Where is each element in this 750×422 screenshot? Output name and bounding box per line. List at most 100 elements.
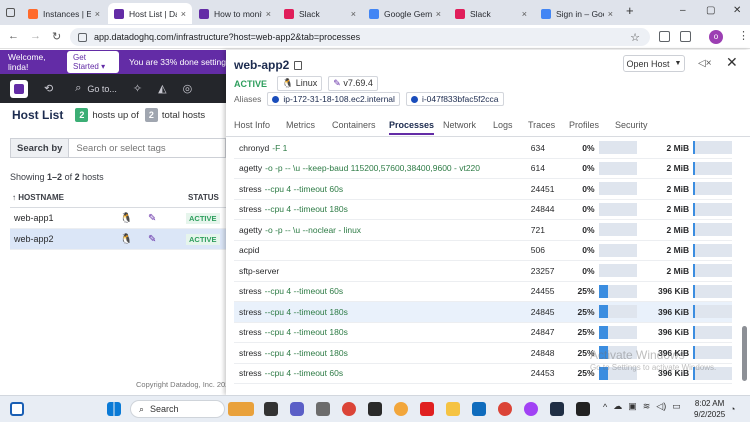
browser-tab[interactable]: Sign in – Goo × — [535, 3, 619, 24]
teams-icon[interactable] — [290, 402, 304, 416]
open-host-button[interactable]: Open Host ▼ — [623, 55, 685, 72]
goto-button[interactable]: ⌕ Go to... — [67, 82, 117, 95]
tab-profiles[interactable]: Profiles — [569, 120, 599, 130]
outlook-icon[interactable] — [472, 402, 486, 416]
bookmark-star-icon[interactable]: ☆ — [630, 31, 640, 44]
scrollbar-thumb[interactable] — [742, 326, 747, 381]
tab-list-icon[interactable] — [6, 8, 15, 17]
app-icon-dark[interactable] — [550, 402, 564, 416]
status-header[interactable]: STATUS — [188, 193, 219, 202]
table-row[interactable]: web-app1 🐧 ✎ ACTIVE — [10, 208, 226, 229]
process-row[interactable]: chronyd -F 1 634 0% 2 MiB — [234, 138, 732, 159]
extensions-puzzle-icon[interactable] — [680, 31, 691, 42]
reload-icon[interactable]: ↻ — [52, 30, 61, 43]
chrome-icon[interactable] — [342, 402, 356, 416]
tab-host-info[interactable]: Host Info — [234, 120, 270, 130]
forward-icon[interactable]: → — [30, 30, 41, 42]
task-view-icon[interactable] — [264, 402, 278, 416]
alias-chip[interactable]: ip-172-31-18-108.ec2.internal — [267, 92, 400, 106]
tab-close-icon[interactable]: × — [522, 9, 527, 19]
alias-value: i-047f833bfac5f2cca — [421, 94, 499, 104]
host-status-line: ACTIVE 🐧 Linux ✎ v7.69.4 — [234, 76, 384, 91]
window-maximize-button[interactable]: ▢ — [706, 5, 715, 16]
copy-icon[interactable] — [294, 60, 303, 70]
terminal-icon[interactable] — [576, 402, 590, 416]
widgets-icon[interactable] — [10, 402, 24, 416]
app-icon-orange[interactable] — [394, 402, 408, 416]
window-minimize-button[interactable]: – — [680, 5, 686, 16]
process-args: --cpu 4 --timeout 60s — [264, 183, 344, 194]
process-row[interactable]: sftp-server 23257 0% 2 MiB — [234, 261, 732, 282]
youtube-icon[interactable] — [420, 402, 434, 416]
tab-close-icon[interactable]: × — [266, 9, 271, 19]
news-widget-icon[interactable] — [228, 402, 254, 416]
process-row[interactable]: agetty -o -p -- \u --noclear - linux 721 0%… — [234, 220, 732, 241]
process-row[interactable]: stress --cpu 4 --timeout 180s 24844 0% 2 MiB — [234, 200, 732, 220]
tab-security[interactable]: Security — [615, 120, 648, 130]
browser-menu-icon[interactable]: ⋮ — [738, 29, 749, 42]
site-info-icon[interactable] — [78, 32, 87, 42]
browser-tab[interactable]: Slack × — [449, 3, 533, 24]
url-field[interactable]: app.datadoghq.com/infrastructure?host=we… — [70, 28, 650, 46]
browser-tab[interactable]: Google Gemi × — [363, 3, 447, 24]
process-row[interactable]: agetty -o -p -- \u --keep-baud 115200,576… — [234, 159, 732, 179]
tab-processes[interactable]: Processes — [389, 120, 435, 135]
browser-tab[interactable]: Slack × — [278, 3, 362, 24]
mute-icon[interactable]: ◁× — [698, 58, 712, 69]
cpu-bar — [598, 182, 638, 196]
chrome-profile-icon[interactable] — [524, 402, 538, 416]
process-row[interactable]: stress --cpu 4 --timeout 60s 24451 0% 2 MiB — [234, 179, 732, 200]
app-icon[interactable] — [368, 402, 382, 416]
tab-close-icon[interactable]: × — [351, 9, 356, 19]
history-icon[interactable]: ⟲ — [44, 82, 53, 95]
process-row[interactable]: stress --cpu 4 --timeout 60s 24455 25% 396 K… — [234, 282, 732, 302]
tab-close-icon[interactable]: × — [608, 9, 613, 19]
tab-logs[interactable]: Logs — [493, 120, 513, 130]
volume-icon[interactable]: ◁) — [656, 401, 666, 412]
tab-favicon-icon — [541, 8, 551, 19]
dashboard-icon[interactable]: ◭ — [158, 82, 166, 95]
datadog-logo-icon[interactable] — [10, 79, 28, 98]
cloud-icon[interactable]: ☁ — [613, 401, 622, 412]
wifi-icon[interactable]: ≋ — [643, 401, 651, 412]
rocket-icon[interactable]: ✧ — [133, 82, 142, 95]
browser-tab[interactable]: Host List | Dat × — [108, 3, 192, 24]
browser-tab[interactable]: How to monit × — [193, 3, 277, 24]
process-cpu: 0% — [582, 204, 595, 215]
process-row[interactable]: stress --cpu 4 --timeout 180s 24847 25% 396 … — [234, 323, 732, 343]
monitor-icon[interactable]: ◎ — [183, 82, 193, 95]
close-icon[interactable]: ✕ — [726, 54, 738, 71]
tab-network[interactable]: Network — [443, 120, 476, 130]
process-row[interactable]: acpid 506 0% 2 MiB — [234, 241, 732, 261]
window-close-button[interactable]: ✕ — [733, 5, 741, 16]
tab-close-icon[interactable]: × — [95, 9, 100, 19]
lock-icon[interactable]: ▣ — [628, 401, 637, 412]
back-icon[interactable]: ← — [8, 30, 19, 42]
process-scrollbar[interactable] — [742, 138, 747, 383]
process-row[interactable]: stress --cpu 4 --timeout 180s 24845 25% 396 … — [234, 302, 732, 323]
alias-chip[interactable]: i-047f833bfac5f2cca — [405, 92, 504, 106]
agent-icon: ✎ — [148, 212, 157, 224]
chevron-up-icon[interactable]: ^ — [603, 402, 607, 412]
tab-containers[interactable]: Containers — [332, 120, 376, 130]
file-explorer-icon[interactable] — [446, 402, 460, 416]
tab-traces[interactable]: Traces — [528, 120, 555, 130]
profile-avatar[interactable]: o — [709, 30, 723, 44]
new-tab-button[interactable]: + — [626, 3, 634, 18]
tab-close-icon[interactable]: × — [436, 9, 441, 19]
chrome-icon-2[interactable] — [498, 402, 512, 416]
clock[interactable]: 8:02 AM 9/2/2025 — [694, 398, 725, 420]
tab-metrics[interactable]: Metrics — [286, 120, 315, 130]
host-search-input[interactable] — [69, 139, 225, 157]
tab-close-icon[interactable]: × — [181, 9, 186, 19]
notification-icon[interactable]: ◔ — [730, 404, 735, 414]
browser-tab[interactable]: Instances | EC × — [22, 3, 106, 24]
get-started-button[interactable]: Get Started ▾ — [67, 51, 119, 73]
copilot-icon[interactable] — [316, 402, 330, 416]
table-row[interactable]: web-app2 🐧 ✎ ACTIVE — [10, 229, 226, 250]
windows-start-icon[interactable] — [107, 402, 121, 416]
taskbar-search[interactable]: ⌕ Search — [130, 400, 225, 418]
hostname-header[interactable]: ↑ HOSTNAME — [10, 193, 188, 202]
extension-icon[interactable] — [659, 31, 670, 42]
battery-icon[interactable]: ▭ — [672, 401, 681, 412]
